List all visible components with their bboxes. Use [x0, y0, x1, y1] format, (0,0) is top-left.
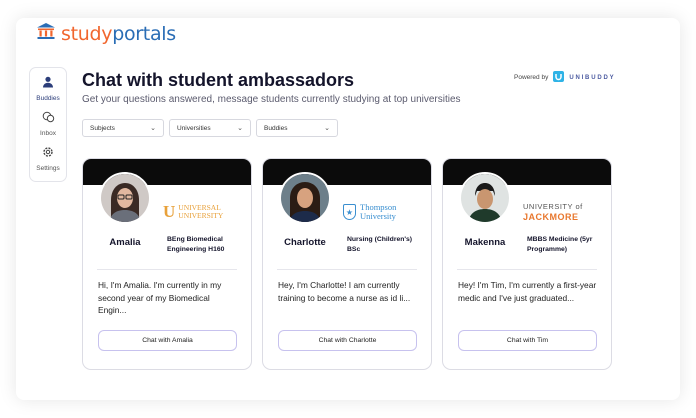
filter-label: Subjects [90, 124, 115, 132]
buddy-bio: Hey, I'm Charlotte! I am currently train… [278, 280, 411, 303]
filter-label: Universities [177, 124, 211, 132]
university-logo-line2: JACKMORE [523, 212, 579, 222]
avatar [459, 172, 511, 224]
university-logo: UNIVERSITY of JACKMORE [523, 199, 603, 225]
buddy-card: U UNIVERSAL UNIVERSITY Amalia BEng Biome… [82, 158, 252, 370]
buddy-course: Nursing (Children's) BSc [347, 236, 413, 253]
university-mark: U [163, 202, 176, 221]
studyportals-logo[interactable]: studyportals [36, 22, 176, 45]
unibuddy-icon [553, 71, 565, 84]
buddy-name: Charlotte [284, 237, 326, 248]
sidebar-item-label: Settings [36, 165, 60, 172]
buddy-course: MBBS Medicine (5yr Programme) [527, 236, 593, 253]
chevron-down-icon: ⌄ [324, 125, 330, 132]
page-subtitle: Get your questions answered, message stu… [82, 94, 461, 105]
buddies-filter[interactable]: Buddies ⌄ [256, 119, 338, 137]
chat-button[interactable]: Chat with Tim [458, 330, 597, 351]
divider [457, 269, 597, 270]
sidebar-item-inbox[interactable]: Inbox [30, 110, 66, 137]
university-logo: U UNIVERSAL UNIVERSITY [163, 199, 243, 225]
institution-icon [36, 22, 56, 45]
chat-button[interactable]: Chat with Amalia [98, 330, 237, 351]
sidebar-item-label: Inbox [40, 130, 56, 137]
chevron-down-icon: ⌄ [237, 125, 243, 132]
chat-button[interactable]: Chat with Charlotte [278, 330, 417, 351]
buddy-name: Makenna [464, 237, 506, 248]
universities-filter[interactable]: Universities ⌄ [169, 119, 251, 137]
university-mark: ★ [343, 204, 356, 220]
person-icon [42, 75, 54, 93]
sidebar-item-buddies[interactable]: Buddies [30, 75, 66, 102]
sidebar-item-label: Buddies [36, 95, 60, 102]
university-logo-line2: UNIVERSITY [178, 211, 224, 220]
buddy-card: ★ Thompson University Charlotte Nursing … [262, 158, 432, 370]
buddy-name: Amalia [109, 237, 141, 248]
buddy-course: BEng Biomedical Engineering H160 [167, 236, 225, 253]
buddy-card-list: U UNIVERSAL UNIVERSITY Amalia BEng Biome… [82, 158, 612, 370]
university-logo-line2: University [360, 211, 396, 221]
powered-by-label: Powered by [514, 74, 549, 81]
sidebar-item-settings[interactable]: Settings [30, 145, 66, 172]
buddy-card: UNIVERSITY of JACKMORE Makenna MBBS Medi… [442, 158, 612, 370]
divider [277, 269, 417, 270]
unibuddy-brand: UNIBUDDY [569, 74, 616, 81]
subjects-filter[interactable]: Subjects ⌄ [82, 119, 164, 137]
avatar [99, 172, 151, 224]
filter-bar: Subjects ⌄ Universities ⌄ Buddies ⌄ [82, 119, 338, 137]
brand-name: studyportals [61, 22, 176, 45]
avatar [279, 172, 331, 224]
buddy-bio: Hey! I'm Tim, I'm currently a first-year… [458, 280, 597, 303]
page-title: Chat with student ambassadors [82, 70, 355, 90]
divider [97, 269, 237, 270]
gear-icon [42, 145, 54, 163]
filter-label: Buddies [264, 124, 288, 132]
university-logo-line1: UNIVERSITY of [523, 202, 583, 211]
chat-bubbles-icon [42, 110, 55, 128]
buddy-bio: Hi, I'm Amalia. I'm currently in my seco… [98, 280, 222, 315]
chevron-down-icon: ⌄ [150, 125, 156, 132]
sidebar: Buddies Inbox Settings [29, 67, 67, 182]
powered-by: Powered by UNIBUDDY [514, 71, 615, 84]
university-logo: ★ Thompson University [343, 199, 423, 225]
